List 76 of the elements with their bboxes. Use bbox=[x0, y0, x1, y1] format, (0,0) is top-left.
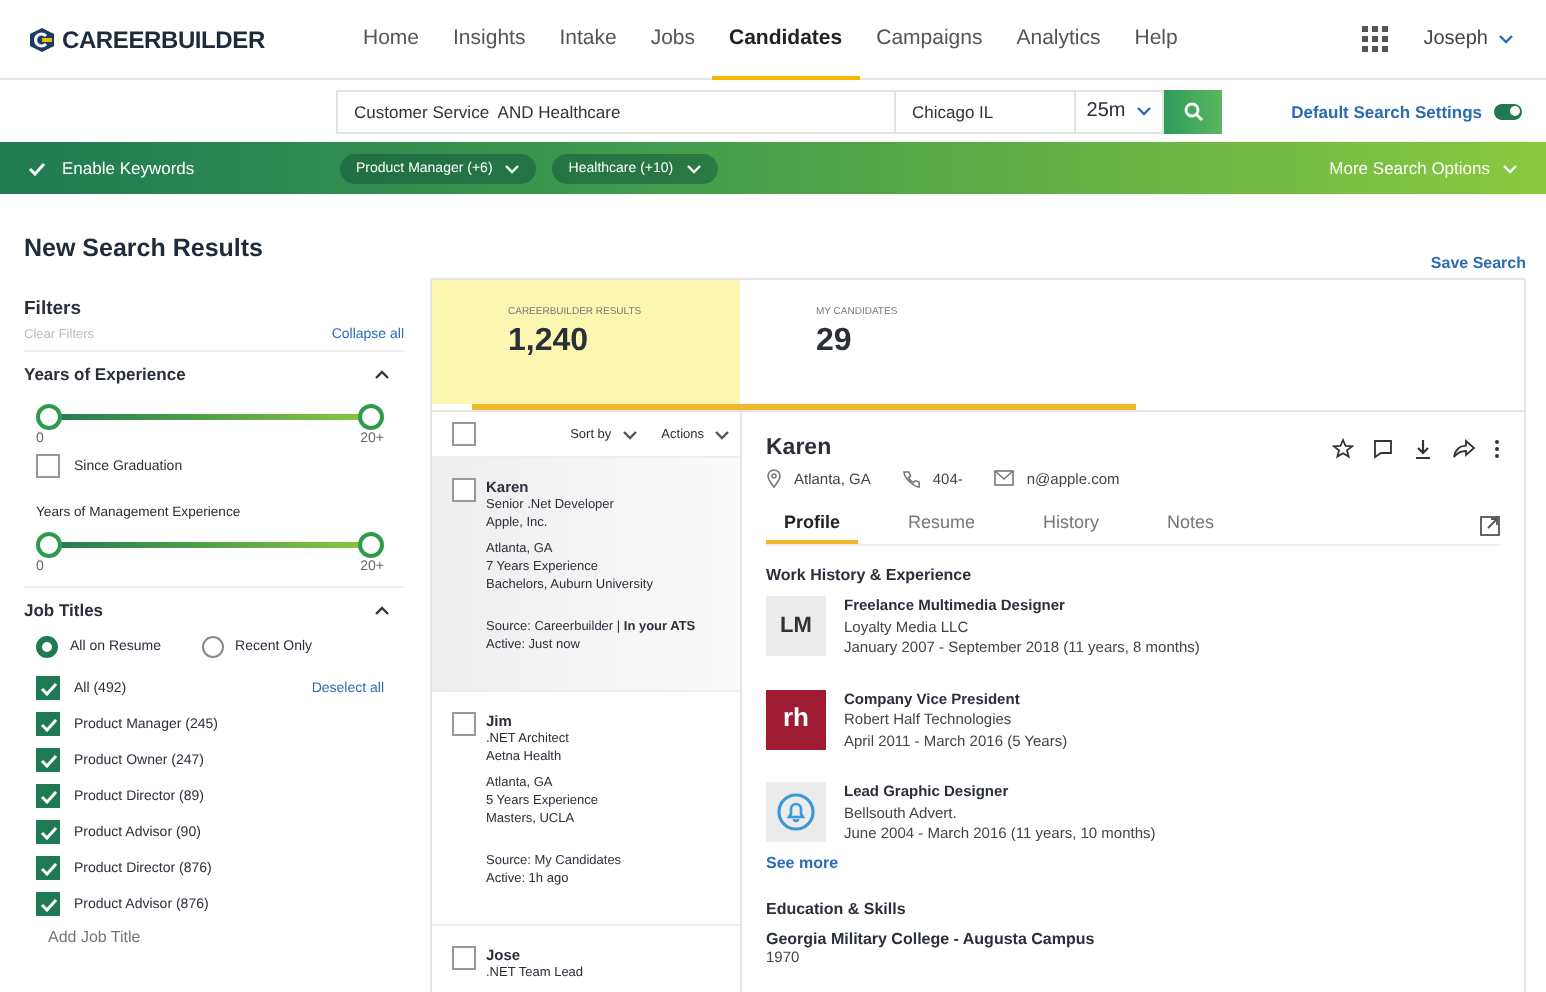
profile-tab[interactable]: Profile bbox=[766, 506, 859, 544]
filters-heading: Filters bbox=[24, 298, 84, 320]
logo-icon bbox=[28, 25, 56, 53]
candidate-name: Karen bbox=[766, 436, 832, 460]
checkbox[interactable] bbox=[36, 454, 60, 478]
download-icon[interactable] bbox=[1412, 437, 1434, 459]
apps-grid-icon[interactable] bbox=[1361, 26, 1388, 52]
comment-icon[interactable] bbox=[1372, 437, 1394, 459]
search-icon bbox=[1183, 101, 1203, 121]
user-menu[interactable]: Joseph bbox=[1423, 28, 1514, 50]
profile-tab[interactable]: Notes bbox=[1149, 506, 1233, 544]
slider-handle[interactable] bbox=[36, 532, 62, 558]
range-slider[interactable] bbox=[36, 532, 384, 558]
envelope-icon bbox=[994, 470, 1015, 486]
chevron-down-icon bbox=[714, 429, 730, 439]
section-heading: Job Titles bbox=[24, 600, 104, 620]
checkmark-icon bbox=[28, 161, 46, 175]
star-icon[interactable] bbox=[1332, 437, 1354, 459]
brand-name: CAREERBUILDER bbox=[62, 25, 265, 53]
profile-tab[interactable]: History bbox=[1025, 506, 1118, 544]
radio-button[interactable] bbox=[36, 636, 58, 658]
checkbox[interactable] bbox=[452, 946, 476, 970]
slider-handle[interactable] bbox=[358, 404, 384, 430]
location-pin-icon bbox=[766, 468, 782, 488]
keyword-field[interactable]: Customer Service AND Healthcare bbox=[336, 89, 896, 133]
nav-link[interactable]: Intake bbox=[542, 0, 634, 80]
enable-keywords-toggle[interactable]: Enable Keywords bbox=[28, 158, 340, 178]
nav-link[interactable]: Help bbox=[1117, 0, 1195, 80]
bell-icon bbox=[776, 792, 816, 832]
nav-link[interactable]: Insights bbox=[436, 0, 543, 80]
page-title: New Search Results bbox=[24, 234, 265, 262]
nav-link[interactable]: Home bbox=[346, 0, 437, 80]
external-link-icon[interactable] bbox=[1480, 515, 1500, 535]
nav-link[interactable]: Jobs bbox=[633, 0, 712, 80]
company-logo: rh bbox=[766, 689, 826, 749]
range-slider[interactable] bbox=[36, 404, 384, 430]
chevron-down-icon bbox=[621, 429, 638, 439]
checkbox[interactable] bbox=[36, 676, 60, 700]
slider-handle[interactable] bbox=[36, 404, 62, 430]
share-icon[interactable] bbox=[1452, 437, 1476, 459]
save-search-link[interactable]: Save Search bbox=[1430, 254, 1526, 272]
toggle-switch[interactable] bbox=[1494, 103, 1522, 119]
checkbox[interactable] bbox=[36, 892, 60, 916]
search-button[interactable] bbox=[1164, 89, 1222, 133]
chevron-down-icon bbox=[1135, 106, 1152, 116]
section-heading: Education & Skills bbox=[766, 899, 908, 917]
add-job-title-link[interactable]: Add Job Title bbox=[48, 928, 404, 946]
nav-link[interactable]: Campaigns bbox=[859, 0, 1000, 80]
checkbox[interactable] bbox=[452, 712, 476, 736]
profile-tab[interactable]: Resume bbox=[890, 506, 994, 544]
checkbox[interactable] bbox=[452, 478, 476, 502]
location-field[interactable]: Chicago IL bbox=[896, 89, 1076, 133]
chevron-down-icon bbox=[1502, 163, 1518, 173]
chevron-down-icon bbox=[504, 163, 521, 173]
chevron-down-icon bbox=[685, 163, 702, 173]
settings-link[interactable]: Default Search Settings bbox=[1291, 101, 1482, 121]
section-heading: Years of Experience bbox=[24, 364, 186, 384]
checkbox[interactable] bbox=[36, 748, 60, 772]
checkbox[interactable] bbox=[36, 856, 60, 880]
section-heading: Work History & Experience bbox=[766, 566, 974, 584]
phone-icon bbox=[902, 469, 921, 487]
checkbox[interactable] bbox=[36, 784, 60, 808]
chevron-up-icon[interactable] bbox=[374, 369, 390, 379]
school-name: Georgia Military College - Augusta Campus bbox=[766, 929, 1097, 947]
company-logo: LM bbox=[766, 596, 826, 656]
see-more-link[interactable]: See more bbox=[766, 853, 1500, 871]
nav-link[interactable]: Analytics bbox=[999, 0, 1118, 80]
checkbox[interactable] bbox=[452, 422, 476, 446]
radio-button[interactable] bbox=[201, 636, 224, 658]
nav-link[interactable]: Candidates bbox=[712, 0, 860, 80]
checkbox[interactable] bbox=[36, 712, 60, 736]
slider-handle[interactable] bbox=[358, 532, 384, 558]
more-icon[interactable] bbox=[1494, 437, 1500, 459]
chevron-up-icon[interactable] bbox=[374, 605, 390, 615]
checkbox[interactable] bbox=[36, 820, 60, 844]
chevron-down-icon bbox=[1498, 34, 1514, 44]
